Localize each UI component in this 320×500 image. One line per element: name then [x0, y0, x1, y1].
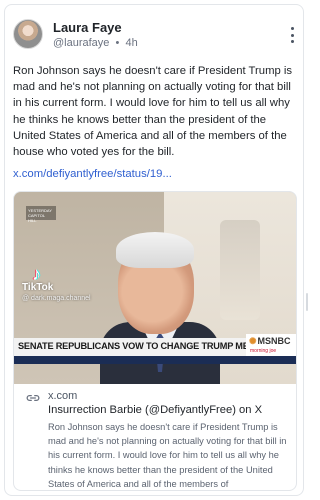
video-location-bug: YESTERDAY CAPITOL HILL	[26, 206, 56, 223]
peacock-icon: ✺	[249, 336, 257, 346]
tiktok-handle: @ dark.maga.channel	[22, 295, 91, 302]
tiktok-label: TikTok	[22, 282, 54, 293]
video-person-hair	[116, 232, 194, 268]
network-label: MSNBC	[257, 336, 291, 346]
author-name[interactable]: Laura Faye	[53, 20, 122, 35]
kebab-vertical-icon[interactable]	[287, 27, 297, 43]
post-header: Laura Faye @laurafaye • 4h	[13, 19, 297, 55]
author-handle[interactable]: @laurafaye	[53, 37, 109, 49]
network-logo: ✺MSNBC morning joe	[246, 334, 296, 356]
link-preview[interactable]: YESTERDAY CAPITOL HILL ♪ TikTok @ dark.m…	[13, 191, 297, 491]
chyron-bottom-bar	[14, 356, 296, 364]
post-card: Laura Faye @laurafaye • 4h Ron Johnson s…	[4, 4, 304, 496]
post-body: Ron Johnson says he doesn't care if Pres…	[13, 65, 293, 159]
video-backdrop-flag	[220, 220, 260, 320]
author-meta: @laurafaye • 4h	[53, 37, 138, 49]
link-icon	[26, 395, 40, 401]
chyron-text: SENATE REPUBLICANS VOW TO CHANGE TRUMP M…	[18, 341, 282, 351]
post-time[interactable]: 4h	[126, 37, 138, 49]
network-name: ✺MSNBC	[249, 336, 291, 347]
network-show: morning joe	[250, 348, 277, 354]
post-link[interactable]: x.com/defiyantlyfree/status/19...	[13, 168, 172, 180]
link-title[interactable]: Insurrection Barbie (@DefiyantlyFree) on…	[48, 404, 294, 416]
meta-separator: •	[112, 37, 123, 49]
scrollbar-thumb[interactable]	[306, 293, 308, 311]
link-domain: x.com	[48, 390, 78, 402]
tiktok-watermark: ♪ TikTok @ dark.maga.channel	[22, 264, 112, 306]
link-description: Ron Johnson says he doesn't care if Pres…	[48, 422, 287, 489]
video-thumbnail[interactable]: YESTERDAY CAPITOL HILL ♪ TikTok @ dark.m…	[14, 192, 296, 384]
link-card-info[interactable]: x.com Insurrection Barbie (@DefiyantlyFr…	[14, 384, 296, 490]
avatar[interactable]	[13, 19, 43, 49]
